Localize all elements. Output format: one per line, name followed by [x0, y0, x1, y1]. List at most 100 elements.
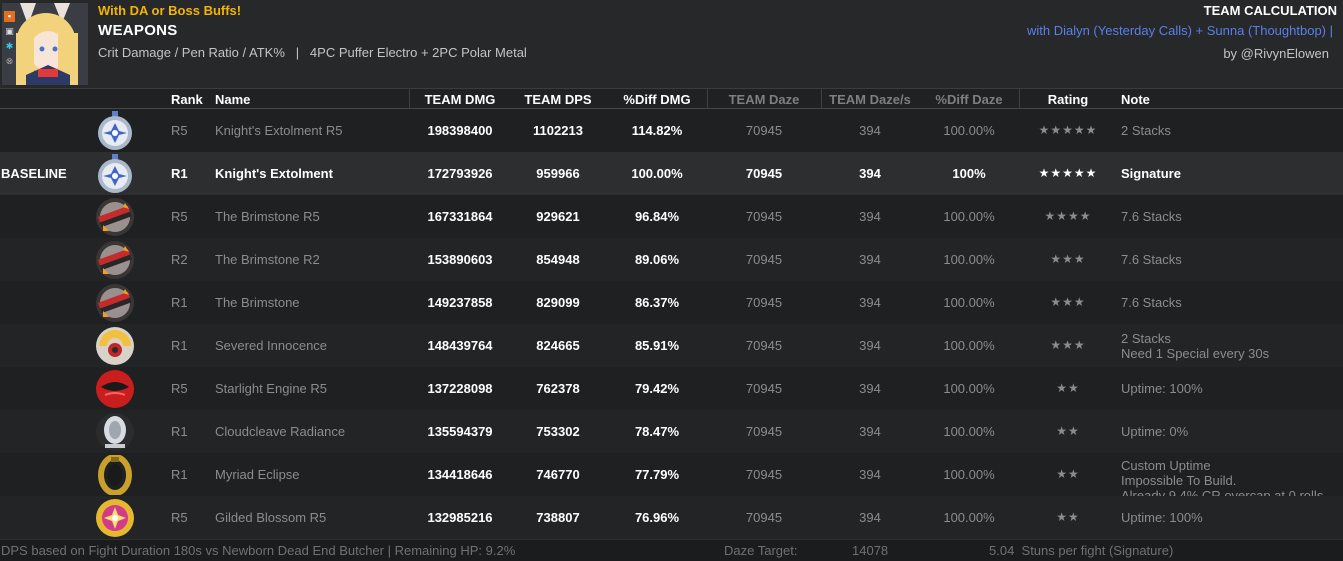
team-daze-cell: 70945	[745, 424, 783, 439]
team-dmg-cell: 148439764	[427, 338, 493, 353]
brimstone-icon	[95, 283, 135, 323]
stat-icon-blue: ✱	[5, 41, 14, 51]
team-dmg-cell: 167331864	[427, 209, 493, 224]
rank-cell: R5	[171, 209, 188, 224]
starlight-engine-icon	[95, 369, 135, 409]
diff-dmg-cell: 76.96%	[634, 510, 680, 525]
table-row[interactable]: R1 Severed Innocence 148439764 824665 85.91%…	[0, 324, 1343, 367]
diff-daze-cell: 100.00%	[943, 381, 995, 396]
rating-stars: ★★	[1056, 510, 1080, 524]
brimstone-icon	[95, 197, 135, 237]
rating-stars: ★★★	[1050, 295, 1086, 309]
gilded-blossom-icon	[95, 498, 135, 538]
table-row[interactable]: R1 Myriad Eclipse 134418646 746770 77.79% 709…	[0, 453, 1343, 496]
stat-icon-white: ▣	[5, 26, 14, 36]
fight-info: DPS based on Fight Duration 180s vs Newb…	[1, 543, 516, 558]
rank-cell: R1	[171, 338, 188, 353]
note-line-1: Custom Uptime	[1121, 458, 1211, 473]
diff-daze-cell: 100.00%	[943, 295, 995, 310]
team-daze-s-cell: 394	[859, 252, 881, 267]
weapon-name: Knight's Extolment	[215, 166, 333, 181]
daze-target-value: 14078	[852, 543, 889, 558]
note-cell: Uptime: 100%	[1121, 510, 1203, 525]
severed-innocence-icon	[95, 326, 135, 366]
baseline-label: BASELINE	[1, 166, 67, 181]
team-daze-cell: 70945	[745, 166, 783, 181]
rank-cell: R5	[171, 381, 188, 396]
cloudcleave-radiance-icon	[95, 412, 135, 452]
diff-dmg-cell: 85.91%	[634, 338, 680, 353]
rank-cell: R5	[171, 123, 188, 138]
weapon-name: Knight's Extolment R5	[215, 123, 343, 138]
col-team-dmg[interactable]: TEAM DMG	[425, 92, 496, 107]
team-dps-cell: 829099	[536, 295, 580, 310]
team-dps-cell: 1102213	[533, 123, 583, 138]
weapon-name: The Brimstone	[215, 295, 300, 310]
col-rank[interactable]: Rank	[171, 92, 203, 107]
diff-daze-cell: 100.00%	[943, 123, 995, 138]
diff-dmg-cell: 96.84%	[634, 209, 680, 224]
rank-cell: R1	[171, 295, 188, 310]
table-header: Rank Name TEAM DMG TEAM DPS %Diff DMG TE…	[0, 88, 1343, 109]
rank-cell: R1	[171, 424, 188, 439]
diff-daze-cell: 100.00%	[943, 510, 995, 525]
team-daze-s-cell: 394	[859, 467, 881, 482]
team-dps-cell: 738807	[536, 510, 580, 525]
baseline-row[interactable]: BASELINE R1 Knight's Extolment 172793926 959…	[0, 152, 1343, 195]
knight-extolment-icon	[95, 154, 135, 194]
weapon-name: Cloudcleave Radiance	[215, 424, 346, 439]
table-row[interactable]: R5 The Brimstone R5 167331864 929621 96.84% 7…	[0, 195, 1343, 238]
stuns-per-fight: 5.04 Stuns per fight (Signature)	[989, 543, 1174, 558]
table-row[interactable]: R5 Knight's Extolment R5 198398400 1102213 1…	[0, 109, 1343, 152]
rating-stars: ★★★	[1050, 338, 1086, 352]
team-daze-cell: 70945	[745, 338, 783, 353]
diff-daze-cell: 100.00%	[943, 338, 995, 353]
team-daze-cell: 70945	[745, 510, 783, 525]
team-dps-cell: 762378	[536, 381, 580, 396]
col-rating[interactable]: Rating	[1048, 92, 1088, 107]
team-daze-s-cell: 394	[859, 424, 881, 439]
note-line-2: Impossible To Build.	[1121, 473, 1237, 488]
rating-stars: ★★★	[1050, 252, 1086, 266]
weapon-name: Myriad Eclipse	[215, 467, 300, 482]
col-note[interactable]: Note	[1121, 92, 1150, 107]
build-subtitle: Crit Damage / Pen Ratio / ATK% | 4PC Puf…	[98, 45, 527, 60]
col-team-daze[interactable]: TEAM Daze	[729, 92, 800, 107]
team-dmg-cell: 137228098	[427, 381, 493, 396]
diff-dmg-cell: 79.42%	[634, 381, 680, 396]
team-dps-cell: 854948	[536, 252, 580, 267]
table-row[interactable]: R1 Cloudcleave Radiance 135594379 753302 78.…	[0, 410, 1343, 453]
weapon-name: Starlight Engine R5	[215, 381, 328, 396]
weapon-name: Severed Innocence	[215, 338, 328, 353]
rating-stars: ★★★★★	[1038, 166, 1098, 180]
col-name[interactable]: Name	[215, 92, 250, 107]
note-line-3: Already 9.4% CR overcap at 0 rolls	[1121, 488, 1324, 496]
diff-dmg-cell: 78.47%	[634, 424, 680, 439]
col-diff-daze[interactable]: %Diff Daze	[935, 92, 1002, 107]
team-daze-s-cell: 394	[859, 123, 881, 138]
table-row[interactable]: R5 Gilded Blossom R5 132985216 738807 76.96%…	[0, 496, 1343, 539]
rating-stars: ★★	[1056, 467, 1080, 481]
col-team-dps[interactable]: TEAM DPS	[524, 92, 591, 107]
knight-extolment-icon	[95, 111, 135, 151]
note-line-1: 2 Stacks	[1121, 331, 1171, 346]
diff-daze-cell: 100.00%	[943, 209, 995, 224]
team-calc-title: TEAM CALCULATION	[1203, 3, 1337, 18]
note-cell: 7.6 Stacks	[1121, 252, 1182, 267]
diff-dmg-cell: 89.06%	[634, 252, 680, 267]
col-diff-dmg[interactable]: %Diff DMG	[623, 92, 690, 107]
col-team-daze-s[interactable]: TEAM Daze/s	[829, 92, 911, 107]
team-daze-s-cell: 394	[859, 510, 881, 525]
weapon-name: Gilded Blossom R5	[215, 510, 327, 525]
rating-stars: ★★	[1056, 424, 1080, 438]
page-title: WEAPONS	[98, 22, 178, 39]
team-dmg-cell: 172793926	[427, 166, 493, 181]
team-dmg-cell: 132985216	[427, 510, 493, 525]
table-row[interactable]: R5 Starlight Engine R5 137228098 762378 79.4…	[0, 367, 1343, 410]
page-header: ▪ ▣ ✱ ⊗ With DA or Boss Buffs! WEAPONS C…	[0, 0, 1343, 88]
table-row[interactable]: R1 The Brimstone 149237858 829099 86.37% 7094…	[0, 281, 1343, 324]
note-cell: 2 Stacks	[1121, 123, 1171, 138]
team-daze-s-cell: 394	[859, 338, 881, 353]
diff-dmg-cell: 100.00%	[631, 166, 683, 181]
table-row[interactable]: R2 The Brimstone R2 153890603 854948 89.06% 7…	[0, 238, 1343, 281]
